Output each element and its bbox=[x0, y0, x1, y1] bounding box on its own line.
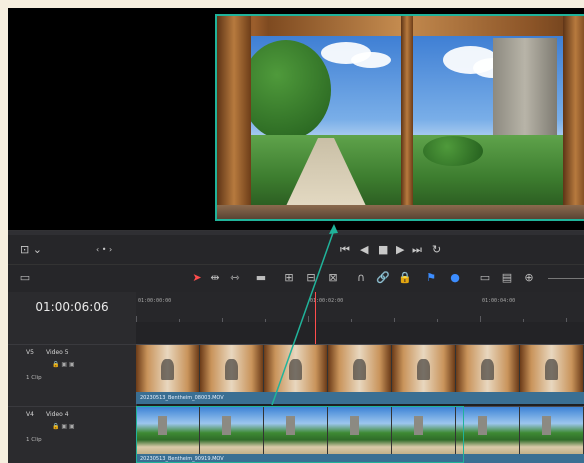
step-back-icon[interactable]: ◀ bbox=[360, 243, 368, 256]
track-name-label[interactable]: Video 4 bbox=[46, 411, 69, 418]
timeline-ruler[interactable]: 01:00:00:00 01:00:02:00 01:00:04:00 bbox=[136, 292, 584, 323]
playhead[interactable] bbox=[315, 292, 316, 344]
video-editor-window: ⊡ ⌄ ‹ • › ⏮ ◀ ■ ▶ ⏭ ↻ ▭ ➤ ⇹ ⇿ ▬ ⊞ ⊟ ⊠ ∩ … bbox=[8, 8, 584, 463]
edit-toolbar: ▭ ➤ ⇹ ⇿ ▬ ⊞ ⊟ ⊠ ∩ 🔗 🔒 ⚑ ● ▭ ▤ ⊕ bbox=[8, 264, 584, 294]
go-to-end-icon[interactable]: ⏭ bbox=[412, 243, 422, 257]
timeline-empty-area bbox=[136, 322, 584, 344]
viewer-options-icon[interactable]: ⊡ ⌄ bbox=[20, 243, 42, 256]
zoom-custom-icon[interactable]: ⊕ bbox=[522, 271, 536, 285]
flag-icon[interactable]: ⚑ bbox=[424, 271, 438, 285]
go-to-start-icon[interactable]: ⏮ bbox=[340, 243, 350, 257]
play-icon[interactable]: ▶ bbox=[396, 243, 404, 256]
transport-bar: ⊡ ⌄ ‹ • › ⏮ ◀ ■ ▶ ⏭ ↻ bbox=[8, 230, 584, 265]
track-header-v4[interactable]: V4 Video 4 🔒 ▣ ▣ 1 Clip bbox=[8, 406, 136, 463]
ruler-mark: 01:00:04:00 bbox=[482, 298, 516, 304]
viewer-image-right bbox=[413, 36, 563, 206]
timeline-view-options-icon[interactable]: ▭ bbox=[18, 271, 32, 285]
snapping-icon[interactable]: ∩ bbox=[354, 271, 368, 285]
replace-icon[interactable]: ⊠ bbox=[326, 271, 340, 285]
scrub-bar[interactable] bbox=[8, 231, 584, 235]
clip-thumbnails bbox=[136, 345, 584, 392]
ruler-mark: 01:00:00:00 bbox=[138, 298, 172, 304]
track-clip-count: 1 Clip bbox=[26, 375, 42, 381]
track-id-label: V5 bbox=[26, 349, 34, 356]
marker-icon[interactable]: ● bbox=[448, 271, 462, 285]
blade-tool-icon[interactable]: ▬ bbox=[254, 271, 268, 285]
trim-tool-icon[interactable]: ⇹ bbox=[208, 271, 222, 285]
viewer-panel bbox=[8, 8, 584, 230]
linked-selection-icon[interactable]: 🔗 bbox=[376, 271, 390, 285]
track-controls-icon[interactable]: 🔒 ▣ ▣ bbox=[52, 361, 75, 368]
loop-icon[interactable]: ↻ bbox=[432, 243, 441, 256]
track-header-v5[interactable]: V5 Video 5 🔒 ▣ ▣ 1 Clip bbox=[8, 344, 136, 405]
zoom-full-icon[interactable]: ▭ bbox=[478, 271, 492, 285]
viewer-frame bbox=[215, 14, 584, 221]
clip-selection-outline bbox=[136, 406, 464, 463]
track-controls-icon[interactable]: 🔒 ▣ ▣ bbox=[52, 423, 75, 430]
timeline-timecode: 01:00:06:06 bbox=[35, 300, 109, 314]
zoom-detail-icon[interactable]: ▤ bbox=[500, 271, 514, 285]
position-lock-icon[interactable]: 🔒 bbox=[398, 271, 412, 285]
stop-icon[interactable]: ■ bbox=[378, 243, 388, 256]
clip-name-label: 20230513_Bentheim_08003.MOV bbox=[136, 392, 584, 404]
viewer-image-left bbox=[251, 36, 401, 206]
track-name-label[interactable]: Video 5 bbox=[46, 349, 69, 356]
track-clip-count: 1 Clip bbox=[26, 437, 42, 443]
dynamic-trim-icon[interactable]: ⇿ bbox=[228, 271, 242, 285]
insert-icon[interactable]: ⊞ bbox=[282, 271, 296, 285]
zoom-slider[interactable] bbox=[548, 278, 584, 279]
jog-control-icon[interactable]: ‹ • › bbox=[96, 245, 112, 254]
selection-tool-icon[interactable]: ➤ bbox=[190, 271, 204, 285]
clip-v5[interactable]: 20230513_Bentheim_08003.MOV bbox=[136, 344, 584, 404]
overwrite-icon[interactable]: ⊟ bbox=[304, 271, 318, 285]
track-id-label: V4 bbox=[26, 411, 34, 418]
